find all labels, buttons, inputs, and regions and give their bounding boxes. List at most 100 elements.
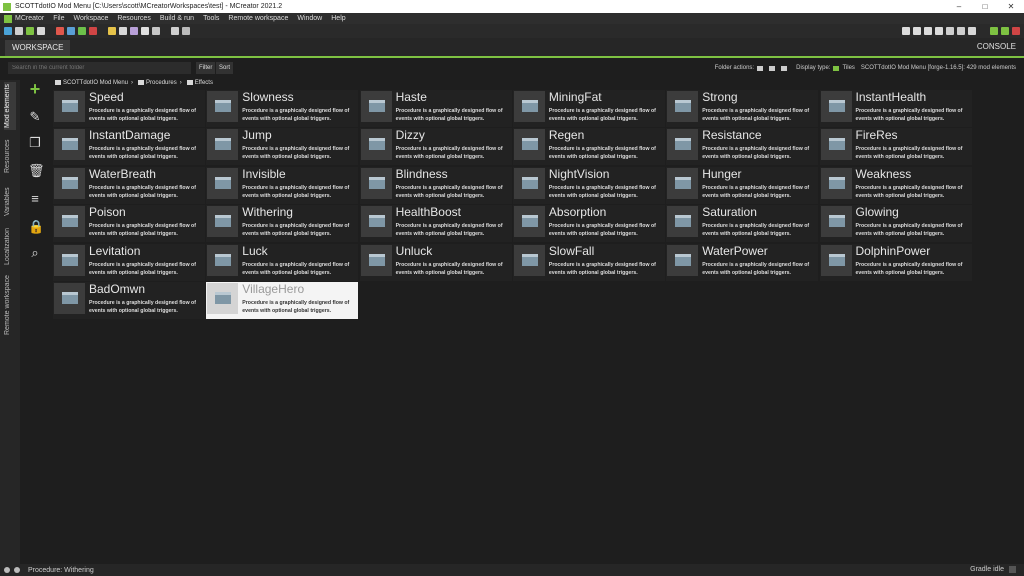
reload-gradle-icon[interactable]: [957, 27, 965, 35]
display-type-select[interactable]: Tiles: [842, 62, 854, 74]
mod-element-tile[interactable]: Strong Procedure is a graphically designe…: [666, 90, 819, 127]
delete-folder-icon[interactable]: [781, 65, 788, 71]
menu-file[interactable]: File: [53, 15, 64, 22]
mod-element-tile[interactable]: InstantHealth Procedure is a graphically …: [819, 90, 972, 127]
tab-variables[interactable]: Variables: [4, 184, 16, 220]
mod-element-tile[interactable]: Slowness Procedure is a graphically desig…: [206, 90, 359, 127]
duplicate-icon[interactable]: ❐: [28, 136, 42, 150]
run-server-icon[interactable]: [1001, 27, 1009, 35]
mod-element-name: Glowing: [855, 205, 899, 220]
hammer-icon[interactable]: [968, 27, 976, 35]
procedure-icon: [207, 91, 239, 122]
menu-mcreator[interactable]: MCreator: [15, 15, 44, 22]
tab-localization[interactable]: Localization: [4, 226, 16, 268]
mod-element-tile[interactable]: Unluck Procedure is a graphically designe…: [359, 243, 512, 281]
mod-element-tile[interactable]: Speed Procedure is a graphically designed…: [53, 90, 205, 127]
menu-workspace[interactable]: Workspace: [73, 15, 108, 22]
tab-mod-elements[interactable]: Mod elements: [4, 82, 16, 130]
mod-element-tile[interactable]: VillageHero Procedure is a graphically de…: [206, 282, 359, 319]
preferences-icon[interactable]: [171, 27, 179, 35]
menu-build-run[interactable]: Build & run: [160, 15, 194, 22]
mod-element-tile[interactable]: Poison Procedure is a graphically designe…: [53, 205, 205, 243]
code-editor-icon[interactable]: [182, 27, 190, 35]
breadcrumb-root[interactable]: SCOTTdotIO Mod Menu: [63, 80, 128, 86]
edit-element-icon[interactable]: ✎: [28, 110, 42, 124]
armor-texture-icon[interactable]: [67, 27, 75, 35]
mod-element-tile[interactable]: Invisible Procedure is a graphically desi…: [206, 166, 359, 204]
minimize-button[interactable]: –: [946, 2, 972, 11]
search-element-icon[interactable]: ⌕: [28, 246, 42, 260]
armor-pack-icon[interactable]: [152, 27, 160, 35]
mod-element-tile[interactable]: Jump Procedure is a graphically designed …: [206, 128, 359, 166]
menu-remote-workspace[interactable]: Remote workspace: [228, 15, 288, 22]
mod-element-tile[interactable]: DolphinPower Procedure is a graphically d…: [819, 243, 972, 281]
mod-element-tile[interactable]: WaterPower Procedure is a graphically des…: [666, 243, 819, 281]
menu-window[interactable]: Window: [297, 15, 322, 22]
mod-element-tile[interactable]: Hunger Procedure is a graphically designe…: [666, 166, 819, 204]
close-button[interactable]: ✕: [998, 2, 1024, 11]
structure-icon[interactable]: [130, 27, 138, 35]
mod-element-tile[interactable]: WaterBreath Procedure is a graphically de…: [53, 166, 205, 204]
tab-workspace[interactable]: WORKSPACE: [5, 40, 71, 56]
mod-element-tile[interactable]: Saturation Procedure is a graphically des…: [666, 205, 819, 243]
settings-icon[interactable]: [946, 27, 954, 35]
ore-pack-icon[interactable]: [141, 27, 149, 35]
mod-element-tile[interactable]: Glowing Procedure is a graphically design…: [819, 205, 972, 243]
image-editor-icon[interactable]: [37, 27, 45, 35]
mod-element-name: MiningFat: [548, 90, 602, 104]
filter-button[interactable]: Filter: [196, 62, 216, 74]
menu-resources[interactable]: Resources: [117, 15, 150, 22]
mod-element-tile[interactable]: HealthBoost Procedure is a graphically de…: [359, 205, 512, 243]
mod-element-tile[interactable]: InstantDamage Procedure is a graphically …: [53, 128, 205, 166]
stop-icon[interactable]: [1012, 27, 1020, 35]
breadcrumb-procedures[interactable]: Procedures: [146, 80, 177, 86]
search-input[interactable]: [8, 62, 191, 74]
download-icon[interactable]: [913, 27, 921, 35]
mod-element-tile[interactable]: Withering Procedure is a graphically desi…: [206, 205, 359, 243]
menu-help[interactable]: Help: [331, 15, 345, 22]
mod-element-tile[interactable]: MiningFat Procedure is a graphically desi…: [512, 90, 665, 127]
mod-element-tile[interactable]: Weakness Procedure is a graphically desig…: [819, 166, 972, 204]
lock-code-icon[interactable]: 🔒: [28, 220, 44, 234]
mod-element-tile[interactable]: Regen Procedure is a graphically designed…: [512, 128, 665, 166]
export-icon[interactable]: [26, 27, 34, 35]
rename-folder-icon[interactable]: [769, 65, 776, 71]
mod-element-tile[interactable]: Haste Procedure is a graphically designed…: [359, 90, 512, 127]
mod-element-tile[interactable]: FireRes Procedure is a graphically design…: [819, 128, 972, 166]
tool-pack-icon[interactable]: [108, 27, 116, 35]
sort-button[interactable]: Sort: [216, 62, 234, 74]
mod-element-tile[interactable]: Levitation Procedure is a graphically des…: [53, 243, 205, 281]
upload-icon[interactable]: [924, 27, 932, 35]
code-icon[interactable]: [902, 27, 910, 35]
maximize-button[interactable]: □: [972, 2, 998, 11]
tab-console[interactable]: CONSOLE: [977, 42, 1016, 51]
open-folder-icon[interactable]: [15, 27, 23, 35]
build-icon[interactable]: [935, 27, 943, 35]
animation-icon[interactable]: [89, 27, 97, 35]
sound-icon[interactable]: [119, 27, 127, 35]
mod-element-description: Procedure is a graphically designed flow…: [242, 184, 350, 199]
new-folder-icon[interactable]: [757, 65, 764, 71]
mod-element-tile[interactable]: SlowFall Procedure is a graphically desig…: [512, 243, 665, 281]
mod-element-tile[interactable]: Blindness Procedure is a graphically desi…: [359, 166, 512, 204]
mod-element-name: Dizzy: [395, 128, 425, 143]
mod-element-tile[interactable]: Luck Procedure is a graphically designed …: [206, 243, 359, 281]
run-client-icon[interactable]: [990, 27, 998, 35]
mod-element-tile[interactable]: Absorption Procedure is a graphically des…: [512, 205, 665, 243]
tab-remote-workspace[interactable]: Remote workspace: [4, 274, 16, 336]
menu-tools[interactable]: Tools: [203, 15, 219, 22]
mod-element-tile[interactable]: Dizzy Procedure is a graphically designed…: [359, 128, 512, 166]
procedure-icon: [820, 206, 852, 238]
mod-element-tile[interactable]: NightVision Procedure is a graphically de…: [512, 166, 665, 204]
model-icon[interactable]: [78, 27, 86, 35]
workspace-settings-icon[interactable]: [4, 27, 12, 35]
texture-icon[interactable]: [56, 27, 64, 35]
add-element-icon[interactable]: +: [28, 80, 42, 98]
gear-icon[interactable]: [14, 567, 20, 573]
tab-resources[interactable]: Resources: [4, 136, 16, 176]
delete-icon[interactable]: 🗑: [28, 164, 45, 178]
mod-element-tile[interactable]: Resistance Procedure is a graphically des…: [666, 128, 819, 166]
sort-list-icon[interactable]: ≡: [28, 192, 42, 206]
breadcrumb-effects[interactable]: Effects: [195, 80, 213, 86]
mod-element-tile[interactable]: BadOmwn Procedure is a graphically design…: [53, 282, 205, 319]
